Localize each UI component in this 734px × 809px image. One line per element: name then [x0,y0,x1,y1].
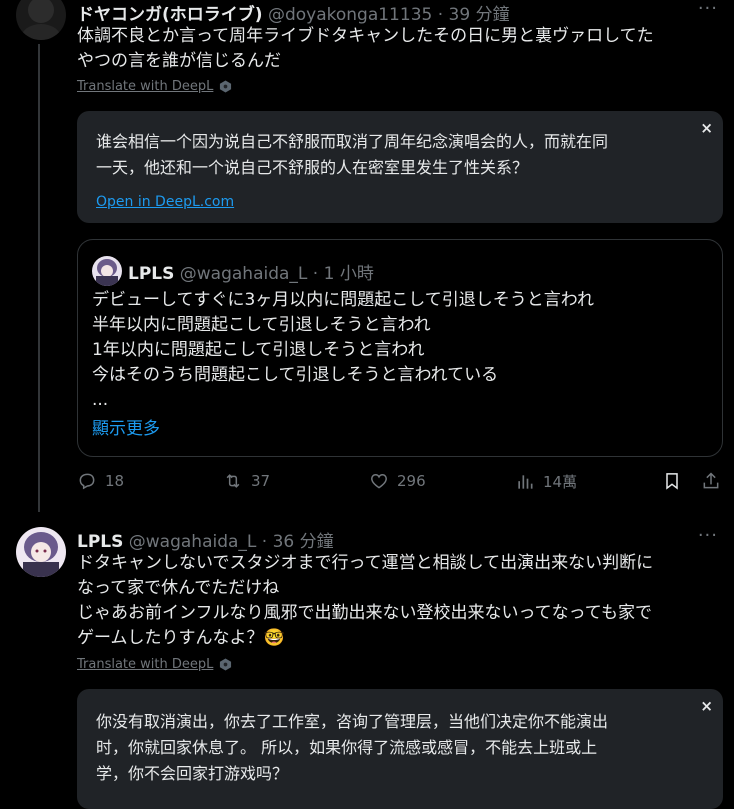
deepl-icon [220,80,232,93]
tweet-text-line: ドタキャンしないでスタジオまで行って運営と相談して出演出来ない判断に [77,553,654,573]
translation-line: 一天，他还和一个说自己不舒服的人在密室里发生了性关系？ [96,158,529,177]
views-button[interactable]: 14萬 [515,471,577,492]
show-more-link[interactable]: 顯示更多 [92,414,160,439]
tweet-text-line: やつの言を誰が信じるんだ [77,51,281,71]
open-in-deepl-link[interactable]: Open in DeepL.com [96,194,234,210]
quote-author-handle: @wagahaida_L [179,264,308,284]
share-icon [703,472,719,489]
author-name[interactable]: ドヤコンガ(ホロライブ) [77,5,263,25]
translation-text: 谁会相信一个因为说自己不舒服而取消了周年纪念演唱会的人，而就在同 一天，他还和一… [96,129,708,181]
more-options-icon[interactable]: ··· [698,0,718,19]
translate-label: Translate with DeepL [77,657,214,672]
thread-line [38,44,40,512]
tweet-header: ドヤコンガ(ホロライブ) @doyakonga11135 · 39 分鐘 [77,0,510,25]
retweet-button[interactable]: 37 [223,471,270,491]
views-count: 14萬 [543,473,578,491]
tweet-text-line: じゃあお前インフルなり風邪で出勤出来ない登校出来ないってなっても家で [77,603,652,623]
tweet-text-segment: ゲームしたりすんなよ？ [77,628,264,648]
quote-line: デビューしてすぐに3ヶ月以内に問題起こして引退しそうと言われ [92,290,594,310]
quote-line: ... [92,390,109,410]
translate-with-deepl-link[interactable]: Translate with DeepL [77,79,232,94]
translate-label: Translate with DeepL [77,79,214,94]
translation-line: 学，你不会回家打游戏吗？ [96,764,289,783]
share-button[interactable] [701,471,721,491]
retweet-count: 37 [251,472,271,490]
author-handle[interactable]: @doyakonga11135 [268,5,432,25]
translation-line: 谁会相信一个因为说自己不舒服而取消了周年纪念演唱会的人，而就在同 [96,132,609,151]
quote-time: · 1 小時 [307,264,374,284]
reply-count: 18 [105,472,125,490]
quote-header: LPLS @wagahaida_L · 1 小時 [128,259,374,284]
quote-text: デビューしてすぐに3ヶ月以内に問題起こして引退しそうと言われ 半年以内に問題起こ… [92,288,712,413]
translation-box: × 谁会相信一个因为说自己不舒服而取消了周年纪念演唱会的人，而就在同 一天，他还… [77,111,723,223]
author-name[interactable]: LPLS [77,532,123,552]
tweet-2[interactable]: LPLS @wagahaida_L · 36 分鐘 ··· ドタキャンしないでス… [0,505,734,809]
action-bar: 18 37 296 14萬 [77,471,727,501]
like-count: 296 [397,472,426,490]
reply-button[interactable]: 18 [77,471,124,491]
quote-avatar-lpls[interactable] [92,256,122,286]
translation-line: 时，你就回家休息了。 所以，如果你得了流感或感冒，不能去上班或上 [96,738,598,757]
avatar-lpls[interactable] [16,527,66,577]
quote-line: 1年以内に問題起こして引退しそうと言われ [92,340,425,360]
tweet-time[interactable]: · 39 分鐘 [432,5,510,25]
more-options-icon[interactable]: ··· [698,525,718,546]
tweet-header: LPLS @wagahaida_L · 36 分鐘 [77,527,334,552]
translate-with-deepl-link[interactable]: Translate with DeepL [77,657,232,672]
tweet-1[interactable]: ドヤコンガ(ホロライブ) @doyakonga11135 · 39 分鐘 ···… [0,0,734,512]
like-button[interactable]: 296 [369,471,426,491]
quote-line: 今はそのうち問題起こして引退しそうと言われている [92,365,499,385]
author-handle[interactable]: @wagahaida_L [129,532,257,552]
heart-icon [371,473,387,489]
quoted-tweet[interactable]: LPLS @wagahaida_L · 1 小時 デビューしてすぐに3ヶ月以内に… [77,239,723,457]
bookmark-button[interactable] [662,471,682,491]
quote-author-name: LPLS [128,264,175,284]
tweet-text-line: ゲームしたりすんなよ？🤓 [77,626,727,651]
deepl-icon [220,658,232,671]
retweet-icon [226,474,240,488]
tweet-time[interactable]: · 36 分鐘 [256,532,334,552]
translation-text: 你没有取消演出，你去了工作室，咨询了管理层，当他们决定你不能演出 时，你就回家休… [96,709,708,787]
quote-line: 半年以内に問題起こして引退しそうと言われ [92,315,431,335]
avatar-doyakonga[interactable] [16,0,66,40]
tweet-text: 体調不良とか言って周年ライブドタキャンしたその日に男と裏ヴァロしてた やつの言を… [77,24,727,74]
tweet-text-line: なって家で休んでただけね [77,578,280,598]
views-chart-icon [518,474,533,489]
translation-line: 你没有取消演出，你去了工作室，咨询了管理层，当他们决定你不能演出 [96,712,609,731]
bookmark-icon [666,473,678,490]
translation-box: × 你没有取消演出，你去了工作室，咨询了管理层，当他们决定你不能演出 时，你就回… [77,689,723,809]
tweet-text: ドタキャンしないでスタジオまで行って運営と相談して出演出来ない判断に なって家で… [77,551,727,651]
tweet-text-line: 体調不良とか言って周年ライブドタキャンしたその日に男と裏ヴァロしてた [77,26,654,46]
reply-icon [79,473,95,490]
nerd-face-emoji: 🤓 [263,628,285,648]
